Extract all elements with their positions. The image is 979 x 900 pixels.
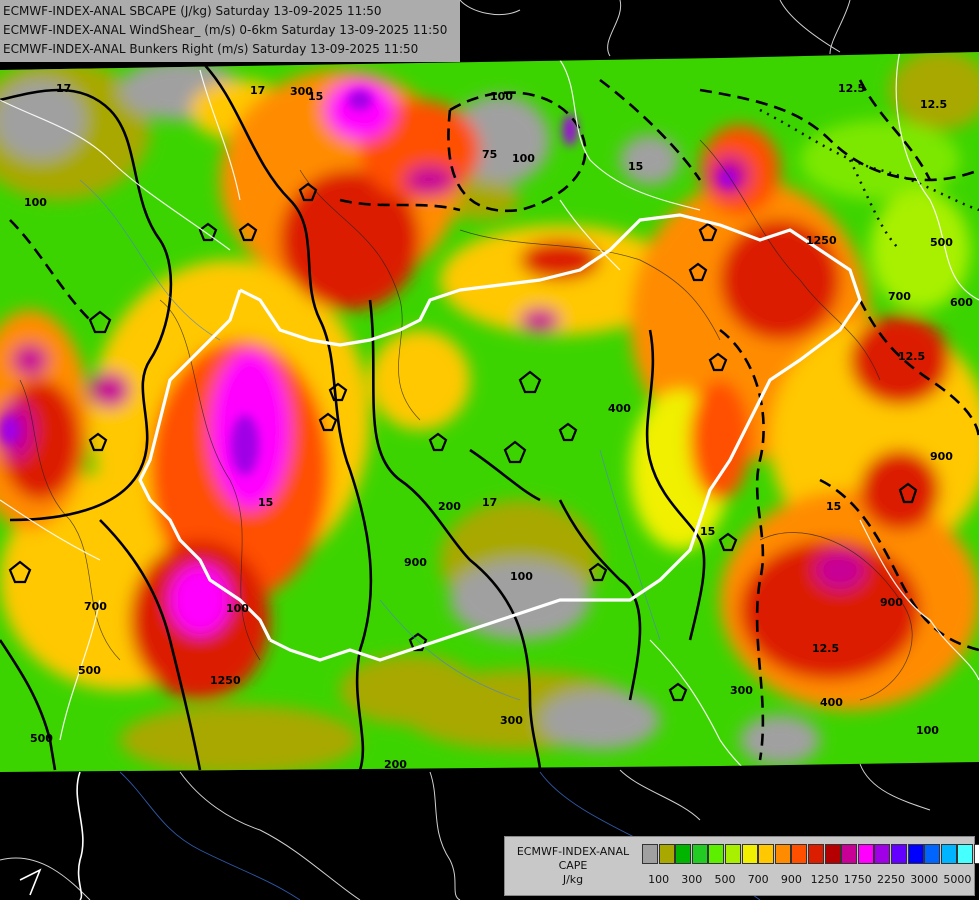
contour-label: 700	[888, 290, 911, 303]
contour-label: 600	[950, 296, 973, 309]
contour-label: 17	[482, 496, 497, 509]
contour-label: 200	[438, 500, 461, 513]
contour-label: 15	[628, 160, 643, 173]
contour-label: 15	[258, 496, 273, 509]
legend-color-box	[857, 844, 874, 864]
contour-label: 100	[226, 602, 249, 615]
header-line-bunkers: ECMWF-INDEX-ANAL Bunkers Right (m/s) Sat…	[3, 42, 419, 56]
contour-label: 300	[290, 85, 313, 98]
contour-label: 300	[730, 684, 753, 697]
legend-title-variable: CAPE	[558, 859, 588, 872]
contour-label: 100	[916, 724, 939, 737]
legend-color-box	[874, 844, 891, 864]
legend-color-box	[940, 844, 957, 864]
contour-label: 900	[404, 556, 427, 569]
legend-color-box	[907, 844, 924, 864]
contour-label: 75	[482, 148, 497, 161]
legend-color-box	[658, 844, 675, 864]
contour-label: 12.5	[838, 82, 865, 95]
contour-label: 300	[500, 714, 523, 727]
legend-color-box	[791, 844, 808, 864]
legend-title-unit: J/kg	[562, 873, 584, 886]
contour-label: 500	[30, 732, 53, 745]
legend-color-box	[957, 844, 974, 864]
contour-label: 1250	[210, 674, 241, 687]
contour-label: 100	[24, 196, 47, 209]
map-header: ECMWF-INDEX-ANAL SBCAPE (J/kg) Saturday …	[0, 0, 460, 62]
contour-label: 500	[78, 664, 101, 677]
legend-color-box	[841, 844, 858, 864]
legend-label: 3000	[910, 873, 939, 886]
legend-color-box	[774, 844, 791, 864]
contour-label: 100	[510, 570, 533, 583]
legend-color-box	[675, 844, 692, 864]
contour-label: 12.5	[920, 98, 947, 111]
contour-label: 400	[608, 402, 631, 415]
contour-label: 900	[930, 450, 953, 463]
contour-label: 100	[490, 90, 513, 103]
legend-label: 1250	[810, 873, 839, 886]
legend-label: 500	[714, 873, 736, 886]
legend-color-box	[890, 844, 907, 864]
header-line-sbcape: ECMWF-INDEX-ANAL SBCAPE (J/kg) Saturday …	[3, 4, 382, 18]
legend-color-box	[973, 844, 979, 864]
contour-label: 12.5	[898, 350, 925, 363]
contour-label: 15	[700, 525, 715, 538]
header-line-windshear: ECMWF-INDEX-ANAL WindShear_ (m/s) 0-6km …	[3, 23, 448, 37]
contour-label: 100	[512, 152, 535, 165]
contour-label: 200	[384, 758, 407, 771]
legend-color-box	[924, 844, 941, 864]
legend-label: 900	[780, 873, 802, 886]
legend-color-box	[691, 844, 708, 864]
contour-label: 1250	[806, 234, 837, 247]
legend-label: 1750	[843, 873, 872, 886]
cape-map: 17 100 15 17 100 300 75 100 15 12.5 12.5…	[0, 0, 979, 900]
contour-label: 12.5	[812, 642, 839, 655]
cape-legend: ECMWF-INDEX-ANAL CAPE J/kg 100 300 500 700 9…	[504, 836, 979, 896]
legend-color-box	[758, 844, 775, 864]
contour-label: 17	[56, 82, 71, 95]
legend-label: 2250	[877, 873, 905, 886]
legend-label: 700	[747, 873, 769, 886]
legend-color-box	[724, 844, 741, 864]
legend-title: ECMWF-INDEX-ANAL CAPE J/kg	[509, 845, 637, 887]
legend-title-model: ECMWF-INDEX-ANAL	[516, 845, 630, 858]
contour-label: 500	[930, 236, 953, 249]
legend-color-scale	[642, 844, 979, 866]
legend-label: 5000	[943, 873, 972, 886]
contour-label: 400	[820, 696, 843, 709]
contour-label: 900	[880, 596, 903, 609]
legend-color-box	[807, 844, 824, 864]
contour-label: 17	[250, 84, 265, 97]
legend-color-box	[708, 844, 725, 864]
legend-labels: 100 300 500 700 900 1250 1750 2250 3000 5000	[642, 873, 972, 889]
contour-label: 700	[84, 600, 107, 613]
legend-color-box	[824, 844, 841, 864]
legend-label: 300	[681, 873, 703, 886]
legend-label: 100	[648, 873, 670, 886]
legend-color-box	[741, 844, 758, 864]
contour-label: 15	[826, 500, 841, 513]
legend-color-box	[642, 844, 658, 864]
